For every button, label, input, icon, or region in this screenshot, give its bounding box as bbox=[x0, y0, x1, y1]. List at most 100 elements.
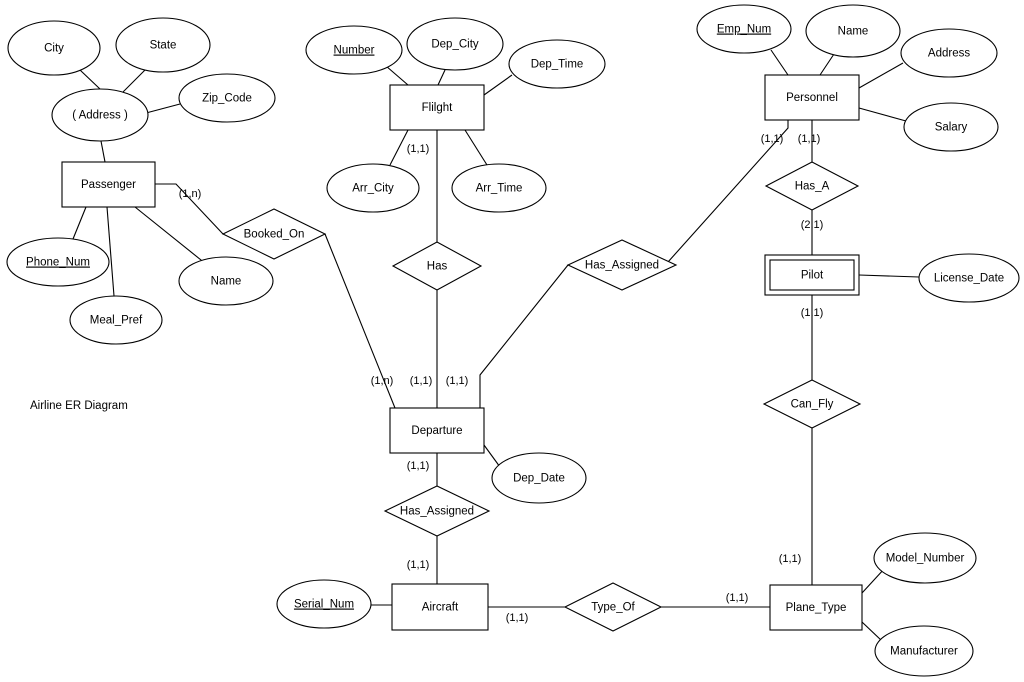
entity-label: Flilght bbox=[422, 102, 453, 114]
zipcode-to-address bbox=[145, 103, 181, 114]
cardinality-pilot-can-fly: (1,1) bbox=[801, 307, 824, 319]
attribute-Address[interactable]: Address bbox=[900, 28, 998, 78]
attribute-Dep_Date[interactable]: Dep_Date bbox=[491, 452, 587, 504]
entity-Passenger[interactable]: Passenger bbox=[61, 161, 156, 208]
entity-Flight[interactable]: Flilght bbox=[389, 84, 485, 131]
attribute-City[interactable]: City bbox=[7, 20, 101, 76]
entity-layer: Passenger Flilght Personnel Pilot Departure A… bbox=[61, 74, 863, 631]
attribute-Zip_Code[interactable]: Zip_Code bbox=[178, 73, 276, 123]
attribute-label: Serial_Num bbox=[294, 599, 354, 611]
departure-to-depdate bbox=[483, 444, 501, 468]
entity-label: Plane_Type bbox=[786, 602, 847, 614]
attribute-Arr_Time[interactable]: Arr_Time bbox=[451, 163, 547, 213]
cardinality-passenger-booked-on: (1,n) bbox=[179, 188, 202, 200]
entity-label: Personnel bbox=[786, 92, 838, 104]
attribute-Serial_Num[interactable]: Serial_Num bbox=[276, 579, 372, 629]
entity-Plane_Type[interactable]: Plane_Type bbox=[769, 584, 863, 631]
relationship-layer: Booked_On Has Has_Assigned Has_A Can_Fly Has_… bbox=[221, 161, 862, 632]
entity-Departure[interactable]: Departure bbox=[389, 407, 485, 454]
attribute-label: Dep_City bbox=[431, 39, 479, 51]
salary-to-personnel bbox=[858, 107, 907, 122]
relationship-Has_Assigned_Personnel[interactable]: Has_Assigned bbox=[566, 239, 678, 291]
entity-Aircraft[interactable]: Aircraft bbox=[391, 583, 489, 631]
er-diagram-canvas: City State Zip_Code ( Address ) Phone_Num Mea… bbox=[0, 0, 1024, 682]
relationship-label: Has bbox=[427, 261, 448, 273]
attribute-Arr_City[interactable]: Arr_City bbox=[326, 163, 420, 213]
attribute-label: Model_Number bbox=[886, 553, 965, 565]
relationship-label: Has_Assigned bbox=[400, 506, 474, 518]
attribute-Dep_Time[interactable]: Dep_Time bbox=[508, 39, 606, 89]
cardinality-plane-can-fly: (1,1) bbox=[779, 553, 802, 565]
attribute-label: Manufacturer bbox=[890, 646, 958, 658]
name-to-personnel bbox=[819, 53, 835, 76]
cardinality-personnel-has-a: (1,1) bbox=[798, 133, 821, 145]
relationship-Has[interactable]: Has bbox=[391, 241, 483, 291]
city-to-address bbox=[79, 69, 101, 90]
attribute-label: Name bbox=[211, 276, 242, 288]
relationship-Type_Of[interactable]: Type_Of bbox=[563, 582, 663, 632]
address-to-passenger bbox=[100, 140, 106, 163]
attribute-Address_Composite[interactable]: ( Address ) bbox=[51, 88, 149, 142]
attribute-Dep_City[interactable]: Dep_City bbox=[406, 17, 504, 71]
entity-label: Departure bbox=[411, 425, 462, 437]
passenger-to-phone bbox=[72, 206, 87, 240]
attribute-label: Meal_Pref bbox=[90, 315, 143, 327]
attribute-label: State bbox=[150, 40, 177, 52]
cardinality-flight-arr-city: (1,1) bbox=[407, 143, 430, 155]
diagram-title: Airline ER Diagram bbox=[30, 400, 128, 412]
attribute-Personnel_Name[interactable]: Name bbox=[805, 4, 901, 58]
hasassigned-to-departure bbox=[479, 264, 569, 408]
attribute-label: Address bbox=[928, 48, 970, 60]
cardinality-personnel-has-assigned: (1,1) bbox=[761, 133, 784, 145]
attribute-label: City bbox=[44, 43, 64, 55]
attribute-label: Dep_Time bbox=[531, 59, 584, 71]
passenger-to-meal bbox=[106, 206, 115, 297]
entity-Personnel[interactable]: Personnel bbox=[764, 74, 860, 121]
cardinality-departure-booked-on: (1,n) bbox=[371, 375, 394, 387]
relationship-Can_Fly[interactable]: Can_Fly bbox=[762, 379, 862, 429]
relationship-Has_Assigned_Aircraft[interactable]: Has_Assigned bbox=[383, 485, 491, 537]
attribute-State[interactable]: State bbox=[115, 17, 211, 73]
attribute-Model_Number[interactable]: Model_Number bbox=[873, 532, 977, 584]
attribute-layer: City State Zip_Code ( Address ) Phone_Num Mea… bbox=[6, 4, 1020, 677]
attribute-label: Phone_Num bbox=[26, 257, 90, 269]
attribute-Emp_Num[interactable]: Emp_Num bbox=[696, 4, 792, 54]
relationship-Has_A[interactable]: Has_A bbox=[764, 161, 860, 211]
relationship-label: Has_A bbox=[795, 181, 830, 193]
pilot-to-license bbox=[858, 274, 920, 278]
attribute-label: Number bbox=[334, 45, 375, 57]
attribute-Number[interactable]: Number bbox=[305, 25, 403, 75]
attribute-Phone_Num[interactable]: Phone_Num bbox=[6, 237, 110, 287]
relationship-label: Can_Fly bbox=[791, 399, 834, 411]
depcity-to-flight bbox=[437, 69, 446, 86]
attribute-Manufacturer[interactable]: Manufacturer bbox=[874, 625, 974, 677]
er-diagram-svg: City State Zip_Code ( Address ) Phone_Num Mea… bbox=[6, 4, 1020, 677]
cardinality-pilot-has-a: (2,1) bbox=[801, 219, 824, 231]
attribute-Meal_Pref[interactable]: Meal_Pref bbox=[69, 295, 163, 345]
attribute-License_Date[interactable]: License_Date bbox=[918, 253, 1020, 303]
attribute-Salary[interactable]: Salary bbox=[903, 102, 999, 152]
entity-label: Aircraft bbox=[422, 602, 459, 614]
flight-to-arrtime bbox=[464, 129, 488, 166]
entity-Pilot[interactable]: Pilot bbox=[764, 254, 860, 296]
attribute-label: License_Date bbox=[934, 273, 1004, 285]
relationship-label: Booked_On bbox=[244, 229, 305, 241]
state-to-address bbox=[122, 68, 147, 93]
cardinality-aircraft-has-assigned: (1,1) bbox=[407, 559, 430, 571]
attribute-label: Salary bbox=[935, 122, 968, 134]
empnum-to-personnel bbox=[770, 49, 789, 76]
attribute-label: Emp_Num bbox=[717, 24, 771, 36]
entity-label: Passenger bbox=[81, 179, 136, 191]
cardinality-departure-has: (1,1) bbox=[410, 375, 433, 387]
entity-label: Pilot bbox=[801, 270, 824, 282]
attribute-Passenger_Name[interactable]: Name bbox=[178, 256, 274, 306]
attribute-label: Arr_City bbox=[352, 183, 394, 195]
attribute-label: Dep_Date bbox=[513, 473, 565, 485]
deptime-to-flight bbox=[483, 74, 513, 96]
cardinality-aircraft-type-of: (1,1) bbox=[506, 612, 529, 624]
relationship-Booked_On[interactable]: Booked_On bbox=[221, 208, 327, 260]
cardinality-plane-type-of: (1,1) bbox=[726, 592, 749, 604]
attribute-label: ( Address ) bbox=[72, 110, 128, 122]
planetype-to-manufacturer bbox=[861, 621, 883, 642]
relationship-label: Type_Of bbox=[591, 602, 635, 614]
